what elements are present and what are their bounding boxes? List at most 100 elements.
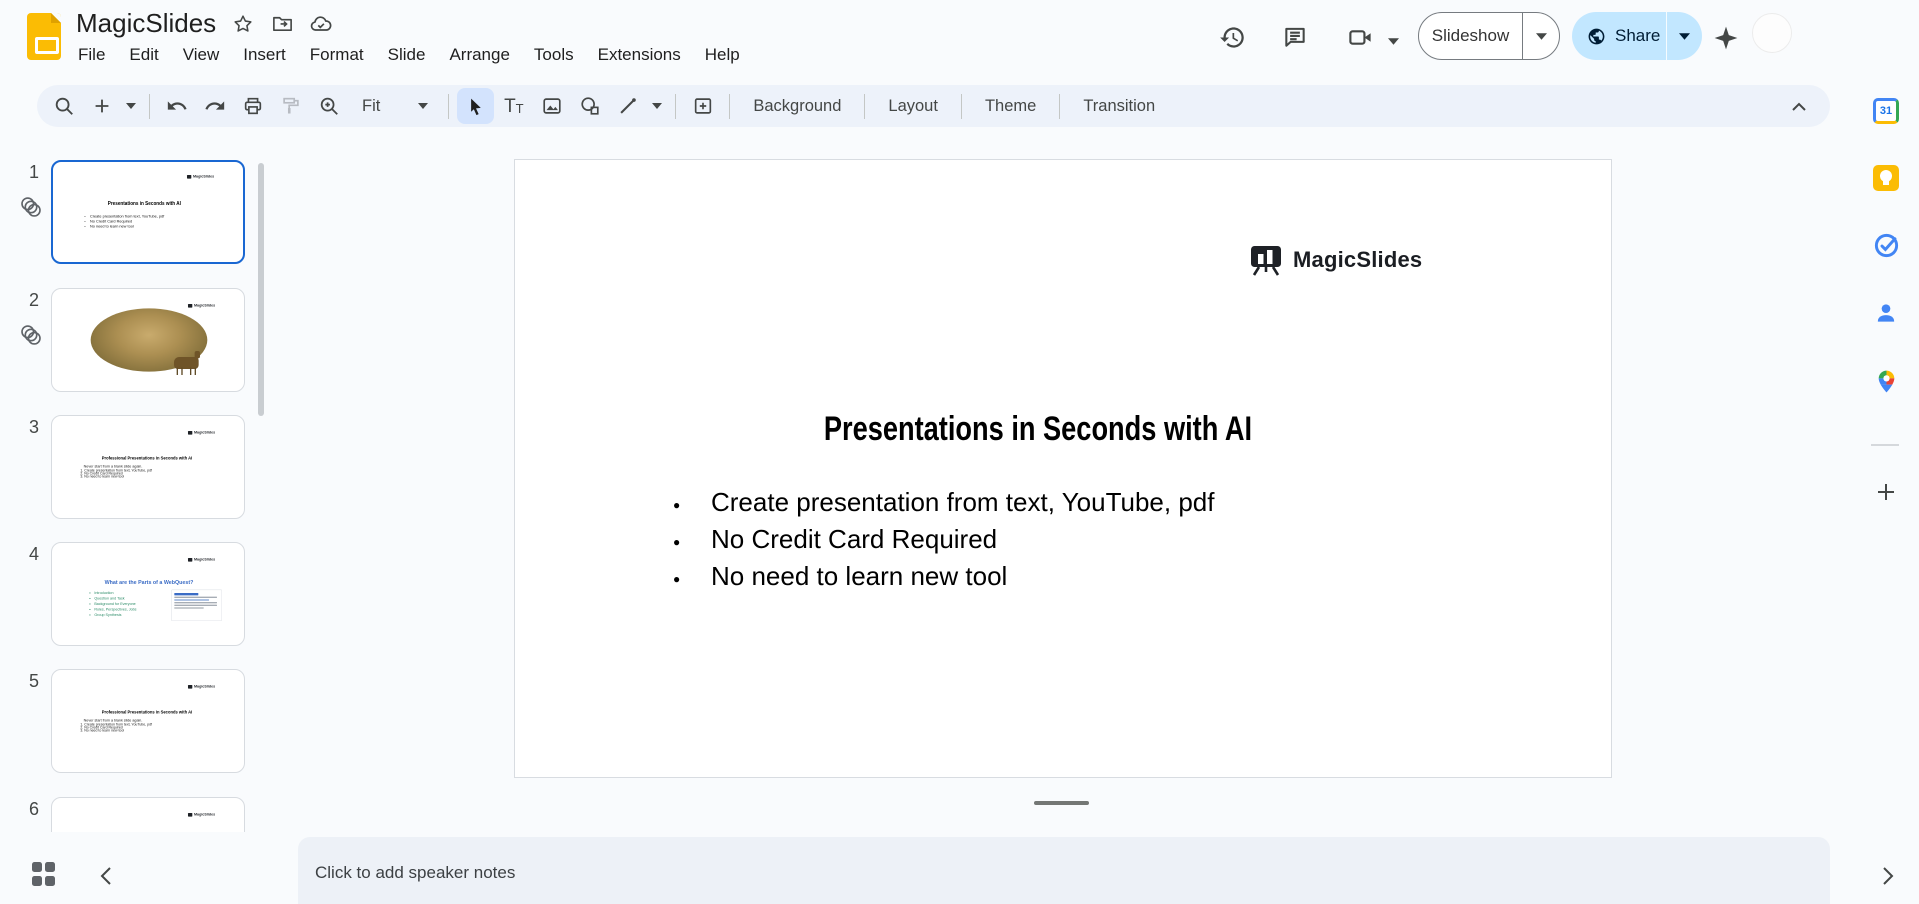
comments-button[interactable] (1280, 22, 1310, 52)
calendar-button[interactable]: 31 (1871, 96, 1901, 126)
transition-indicator-icon[interactable] (18, 322, 44, 348)
redo-button[interactable] (196, 88, 233, 124)
cloud-status-icon[interactable] (309, 12, 333, 36)
keep-icon (1873, 165, 1899, 191)
insert-shape-button[interactable] (571, 88, 608, 124)
theme-button[interactable]: Theme (970, 97, 1051, 116)
show-side-panel-button[interactable] (1878, 864, 1898, 888)
slide-bullet[interactable]: Create presentation from text, YouTube, … (670, 484, 1214, 524)
line-icon (620, 98, 636, 114)
chevron-up-icon (1792, 102, 1806, 111)
select-tool-button[interactable] (457, 88, 495, 124)
slide-bullet[interactable]: No Credit Card Required (670, 521, 1214, 561)
gemini-button[interactable] (1712, 24, 1740, 52)
insert-placeholder-button[interactable] (684, 88, 721, 124)
magicslides-icon (187, 557, 193, 562)
magicslides-icon (187, 430, 193, 435)
new-slide-dropdown[interactable] (121, 88, 141, 124)
textbox-tool-button[interactable]: TT (495, 88, 532, 124)
slide-thumbnail-6[interactable]: MagicSlides (51, 797, 245, 832)
slide-logo[interactable]: MagicSlides (1248, 244, 1422, 276)
menu-tools[interactable]: Tools (522, 42, 586, 68)
meet-dropdown[interactable] (1388, 32, 1399, 50)
menu-slide[interactable]: Slide (376, 42, 438, 68)
transition-button[interactable]: Transition (1068, 97, 1170, 116)
slide-thumbnail-3[interactable]: MagicSlides Professional Presentations i… (51, 415, 245, 519)
mini-title: Professional Presentations in Seconds wi… (101, 709, 193, 715)
keep-button[interactable] (1871, 163, 1901, 193)
meet-button[interactable] (1345, 22, 1375, 52)
account-avatar[interactable] (1752, 13, 1792, 53)
menu-edit[interactable]: Edit (117, 42, 170, 68)
calendar-icon: 31 (1873, 98, 1899, 124)
menu-format[interactable]: Format (298, 42, 376, 68)
share-dropdown[interactable] (1666, 12, 1702, 60)
menu-insert[interactable]: Insert (231, 42, 298, 68)
mini-logo: MagicSlides (187, 557, 215, 562)
hide-menus-button[interactable] (1782, 89, 1816, 123)
background-button[interactable]: Background (738, 97, 856, 116)
grid-view-button[interactable] (32, 862, 55, 886)
slide-thumbnail-4[interactable]: MagicSlides What are the Parts of a WebQ… (51, 542, 245, 646)
slide-canvas[interactable]: MagicSlides Presentations in Seconds wit… (514, 159, 1612, 778)
slide-thumbnail-1[interactable]: MagicSlides Presentations in Seconds wit… (51, 160, 245, 264)
slide-thumbnail-2[interactable]: MagicSlides (51, 288, 245, 392)
collapse-filmstrip-button[interactable] (96, 866, 116, 886)
print-button[interactable] (234, 88, 271, 124)
speaker-notes-placeholder: Click to add speaker notes (315, 863, 516, 882)
search-menus-button[interactable] (45, 88, 82, 124)
image-icon (543, 98, 561, 114)
google-slides-app: MagicSlides File Edit View Insert Format… (0, 0, 1919, 904)
toolbar-divider (960, 93, 962, 119)
menu-file[interactable]: File (66, 42, 117, 68)
undo-button[interactable] (158, 88, 195, 124)
zoom-button[interactable] (310, 88, 347, 124)
slide-bullet[interactable]: No need to learn new tool (670, 558, 1214, 598)
slide-bullet-list[interactable]: Create presentation from text, YouTube, … (670, 484, 1214, 598)
toolbar-divider (448, 93, 450, 119)
contacts-button[interactable] (1871, 298, 1901, 328)
slideshow-label: Slideshow (1419, 13, 1523, 59)
slides-app-icon[interactable] (27, 13, 61, 60)
print-icon (244, 97, 261, 115)
maps-button[interactable] (1871, 366, 1901, 396)
menu-extensions[interactable]: Extensions (586, 42, 693, 68)
zoom-select[interactable]: Fit (348, 97, 440, 116)
menu-arrange[interactable]: Arrange (437, 42, 521, 68)
transition-indicator-icon[interactable] (18, 194, 44, 220)
new-slide-button[interactable] (83, 88, 120, 124)
slide-thumbnail-5[interactable]: MagicSlides Professional Presentations i… (51, 669, 245, 773)
mini-logo: MagicSlides (187, 304, 215, 308)
insert-image-button[interactable] (533, 88, 570, 124)
document-title[interactable]: MagicSlides (76, 8, 216, 39)
slide-title[interactable]: Presentations in Seconds with AI (620, 410, 1457, 449)
zoom-value: Fit (362, 96, 381, 115)
speaker-notes[interactable]: Click to add speaker notes (298, 837, 1830, 904)
slide-number: 1 (28, 162, 39, 182)
magicslides-icon (187, 812, 193, 817)
toolbar-divider (864, 93, 866, 119)
version-history-button[interactable] (1217, 22, 1247, 52)
slide-number: 5 (28, 671, 39, 691)
move-folder-icon[interactable] (270, 12, 294, 36)
star-icon[interactable] (231, 12, 255, 36)
layout-button[interactable]: Layout (873, 97, 953, 116)
menu-help[interactable]: Help (693, 42, 752, 68)
chevron-left-icon (100, 867, 111, 885)
slide-number: 4 (28, 544, 39, 564)
get-addons-button[interactable] (1871, 477, 1901, 507)
share-button[interactable]: Share (1572, 12, 1702, 60)
slideshow-button[interactable]: Slideshow (1418, 12, 1560, 60)
insert-line-button[interactable] (609, 88, 646, 124)
tasks-button[interactable] (1871, 230, 1901, 260)
magicslides-icon (187, 684, 193, 689)
horizontal-scrollbar[interactable] (1034, 801, 1089, 805)
mini-logo: MagicSlides (187, 684, 215, 689)
comment-icon (1285, 27, 1305, 47)
filmstrip-scrollbar[interactable] (258, 163, 264, 416)
paint-format-button[interactable] (272, 88, 309, 124)
menu-view[interactable]: View (171, 42, 232, 68)
slideshow-dropdown[interactable] (1523, 13, 1559, 59)
chevron-down-icon (652, 103, 663, 109)
line-dropdown[interactable] (647, 88, 667, 124)
